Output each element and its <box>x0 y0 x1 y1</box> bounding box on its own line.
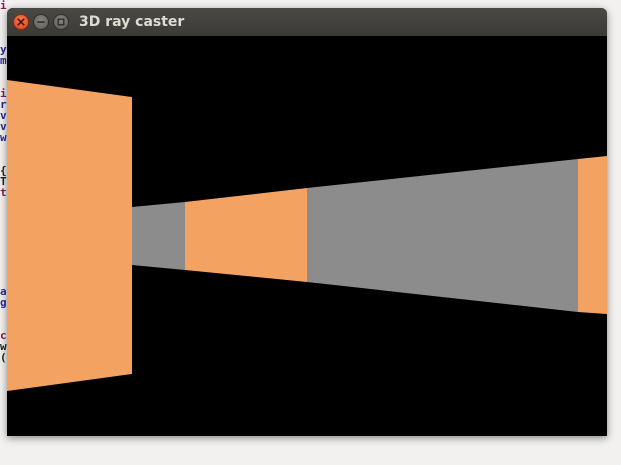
wall-segment-orange-far-right <box>578 156 607 314</box>
close-button[interactable] <box>13 14 29 30</box>
maximize-button[interactable] <box>53 14 69 30</box>
maximize-icon <box>57 18 65 26</box>
window-title: 3D ray caster <box>79 14 185 30</box>
minimize-icon <box>37 21 45 23</box>
wall-segment-orange-near-left <box>7 80 132 391</box>
ray-caster-window: 3D ray caster <box>7 8 607 436</box>
raycast-scene <box>7 36 607 436</box>
window-titlebar[interactable]: 3D ray caster <box>7 8 607 37</box>
wall-segment-orange-middle <box>185 188 307 282</box>
wall-segment-gray-1 <box>132 202 185 270</box>
close-icon <box>17 18 25 26</box>
render-viewport[interactable] <box>7 36 607 436</box>
minimize-button[interactable] <box>33 14 49 30</box>
